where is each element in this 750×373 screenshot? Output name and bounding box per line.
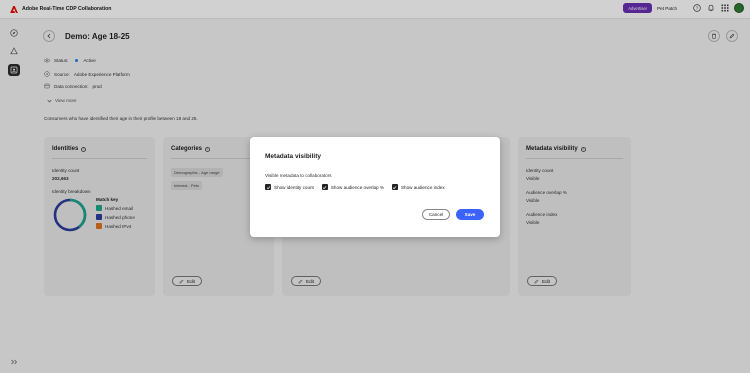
checkbox-label: Show audience index xyxy=(400,184,445,190)
checkbox-checked-icon[interactable] xyxy=(391,184,398,190)
show-identity-count-checkbox[interactable]: Show identity count xyxy=(265,184,314,190)
checkbox-label: Show identity count xyxy=(274,184,314,190)
dialog-title: Metadata visibility xyxy=(265,153,321,160)
show-audience-overlap-checkbox[interactable]: Show audience overlap % xyxy=(321,184,384,190)
metadata-visibility-dialog: Metadata visibility Visible metadata to … xyxy=(250,137,500,237)
show-audience-index-checkbox[interactable]: Show audience index xyxy=(391,184,445,190)
checkbox-label: Show audience overlap % xyxy=(330,184,384,190)
dialog-subtitle: Visible metadata to collaborators xyxy=(265,173,332,178)
save-button[interactable]: Save xyxy=(456,209,484,220)
cancel-button[interactable]: Cancel xyxy=(422,209,450,220)
checkbox-checked-icon[interactable] xyxy=(265,184,271,190)
visibility-options: Show identity count Show audience overla… xyxy=(265,184,445,190)
checkbox-checked-icon[interactable] xyxy=(321,184,328,190)
